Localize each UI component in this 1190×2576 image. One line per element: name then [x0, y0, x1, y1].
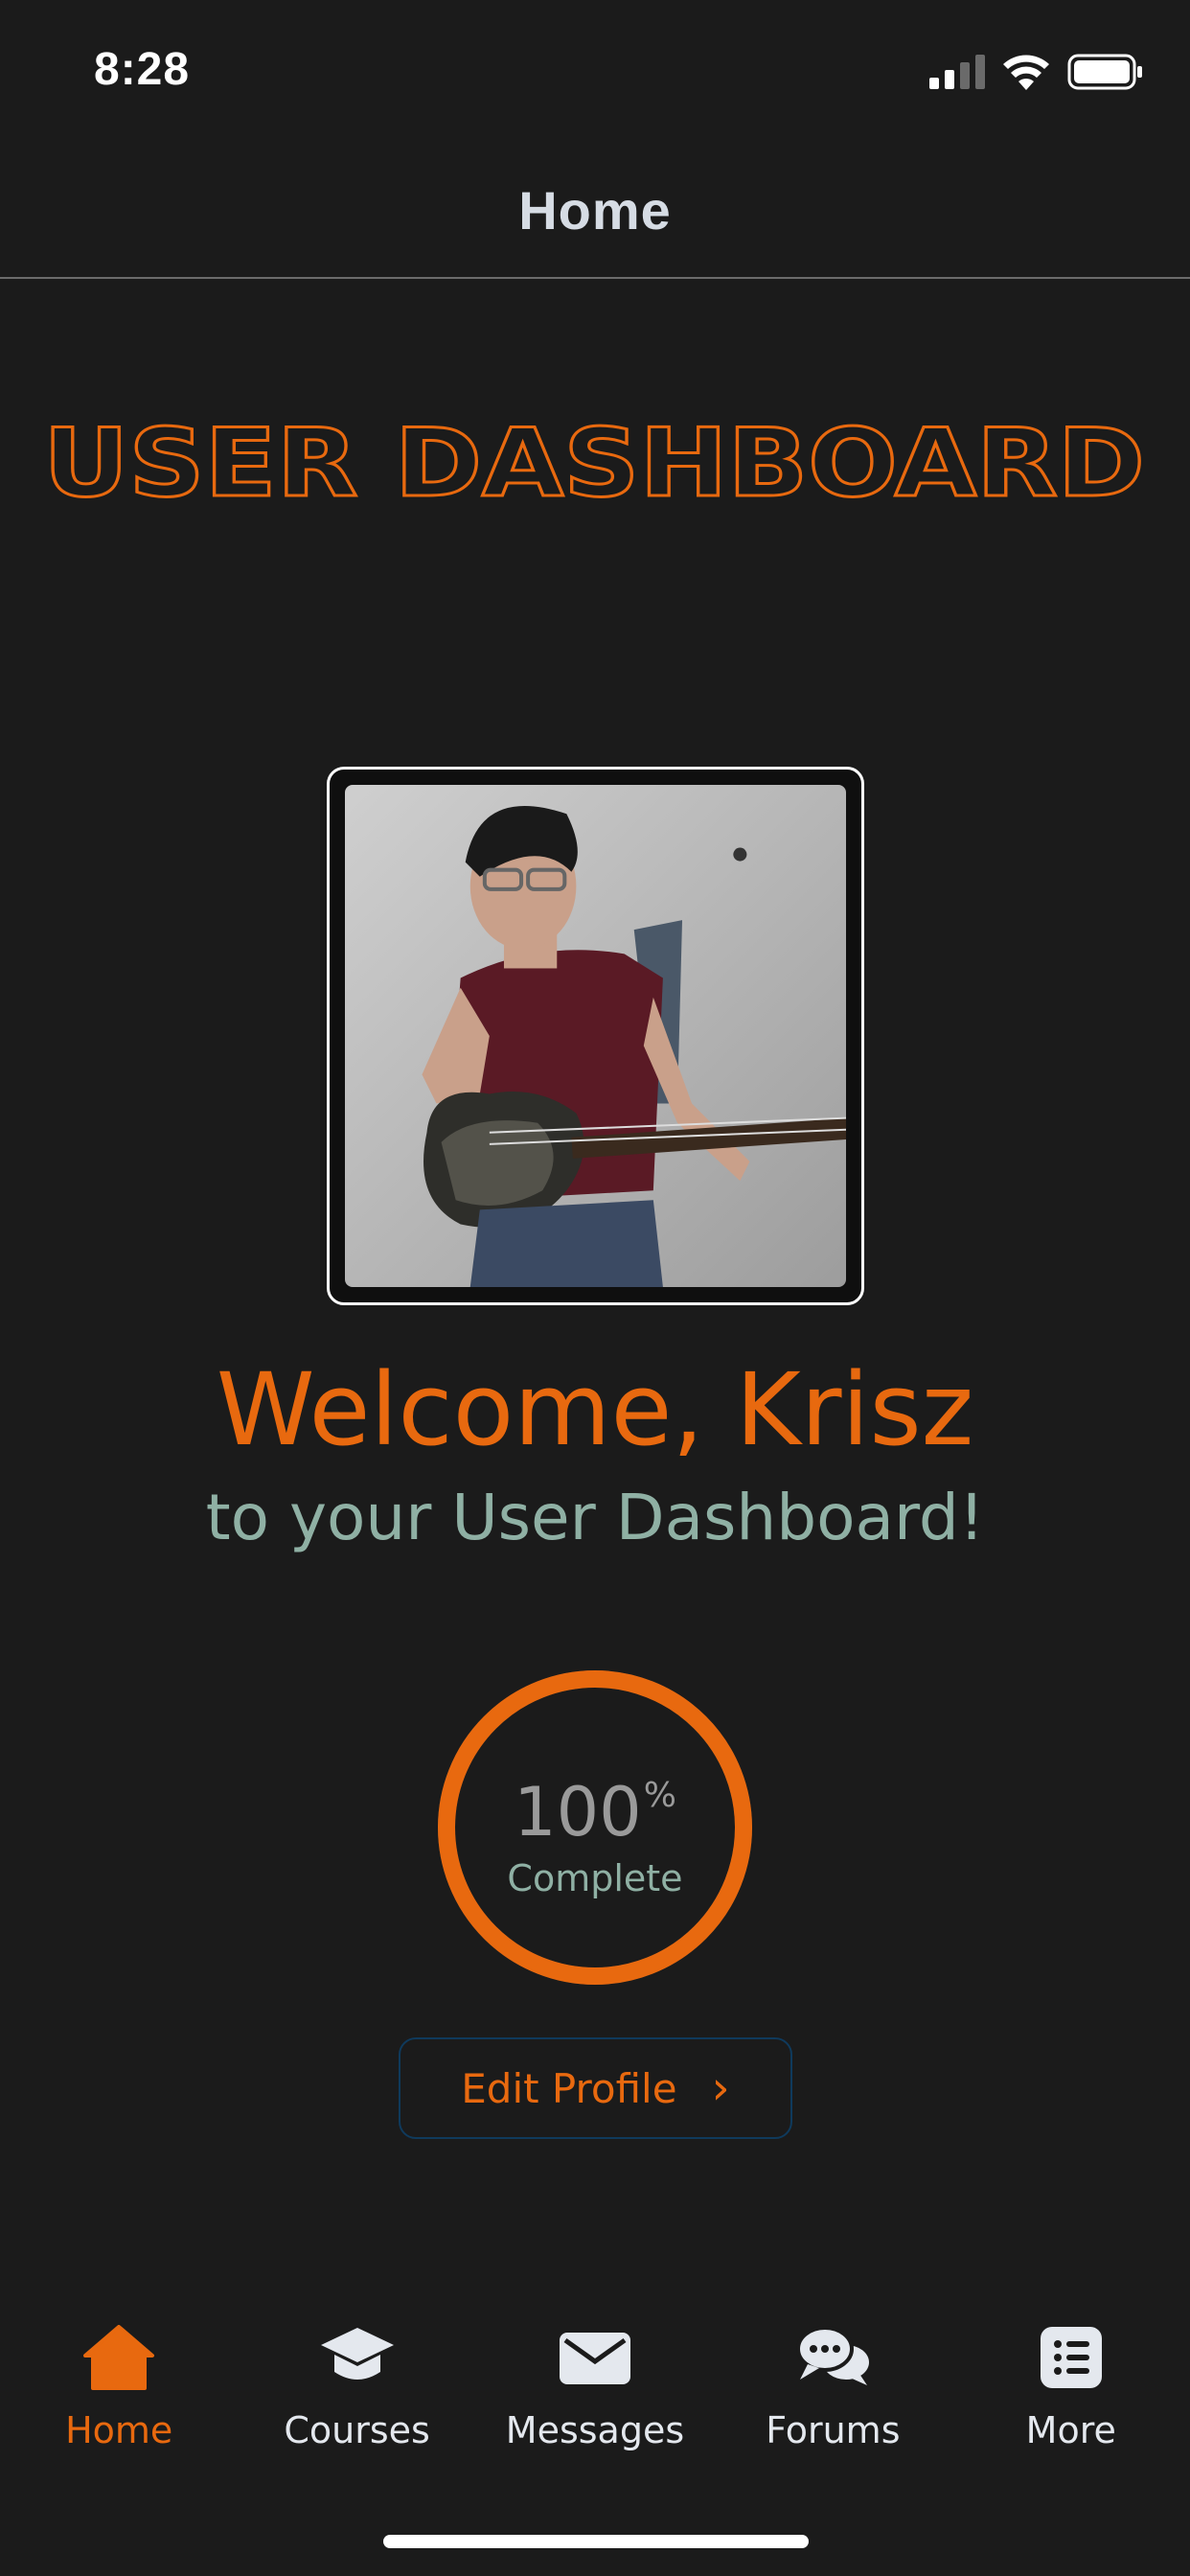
tab-home[interactable]: Home — [0, 2319, 238, 2463]
wifi-icon — [1003, 55, 1049, 90]
tab-forums[interactable]: Forums — [714, 2319, 951, 2463]
progress-caption: Complete — [507, 1857, 683, 1899]
tab-messages[interactable]: Messages — [476, 2319, 714, 2463]
cellular-signal-icon — [929, 55, 985, 89]
chat-bubbles-icon — [796, 2326, 870, 2385]
user-dashboard-logo: USER DASHBOARD — [42, 408, 1147, 514]
welcome-subtitle: to your User Dashboard! — [205, 1481, 985, 1554]
tab-courses[interactable]: Courses — [238, 2319, 475, 2463]
tab-more[interactable]: More — [952, 2319, 1190, 2463]
page-title: Home — [518, 180, 672, 241]
edit-profile-button[interactable]: Edit Profile › — [399, 2037, 792, 2139]
tab-label-messages: Messages — [505, 2409, 685, 2451]
tab-label-courses: Courses — [284, 2409, 430, 2451]
navigation-bar: Home — [0, 144, 1190, 279]
tab-label-more: More — [1025, 2409, 1116, 2451]
status-bar: 8:28 — [0, 0, 1190, 144]
progress-value: 100% — [435, 1773, 755, 1852]
avatar — [345, 785, 852, 1287]
graduation-cap-icon — [320, 2328, 394, 2380]
status-icons — [929, 54, 1144, 90]
chevron-right-icon: › — [711, 2061, 730, 2115]
progress-unit: % — [643, 1776, 676, 1815]
status-time: 8:28 — [94, 44, 191, 95]
welcome-heading: Welcome, Krisz — [216, 1351, 974, 1468]
list-icon — [1040, 2327, 1102, 2388]
progress-number: 100 — [514, 1773, 642, 1852]
envelope-icon — [559, 2333, 630, 2384]
tab-label-forums: Forums — [766, 2409, 901, 2451]
tab-bar: Home Courses Messages Forums More — [0, 2319, 1190, 2463]
profile-completion-progress: 100% Complete — [435, 1668, 755, 1988]
avatar-frame[interactable] — [327, 767, 864, 1305]
battery-icon — [1067, 54, 1142, 90]
edit-profile-label: Edit Profile — [461, 2064, 677, 2112]
tab-label-home: Home — [65, 2409, 173, 2451]
home-icon — [83, 2325, 155, 2390]
home-indicator[interactable] — [383, 2535, 809, 2548]
logo-text: USER DASHBOARD — [43, 409, 1145, 513]
